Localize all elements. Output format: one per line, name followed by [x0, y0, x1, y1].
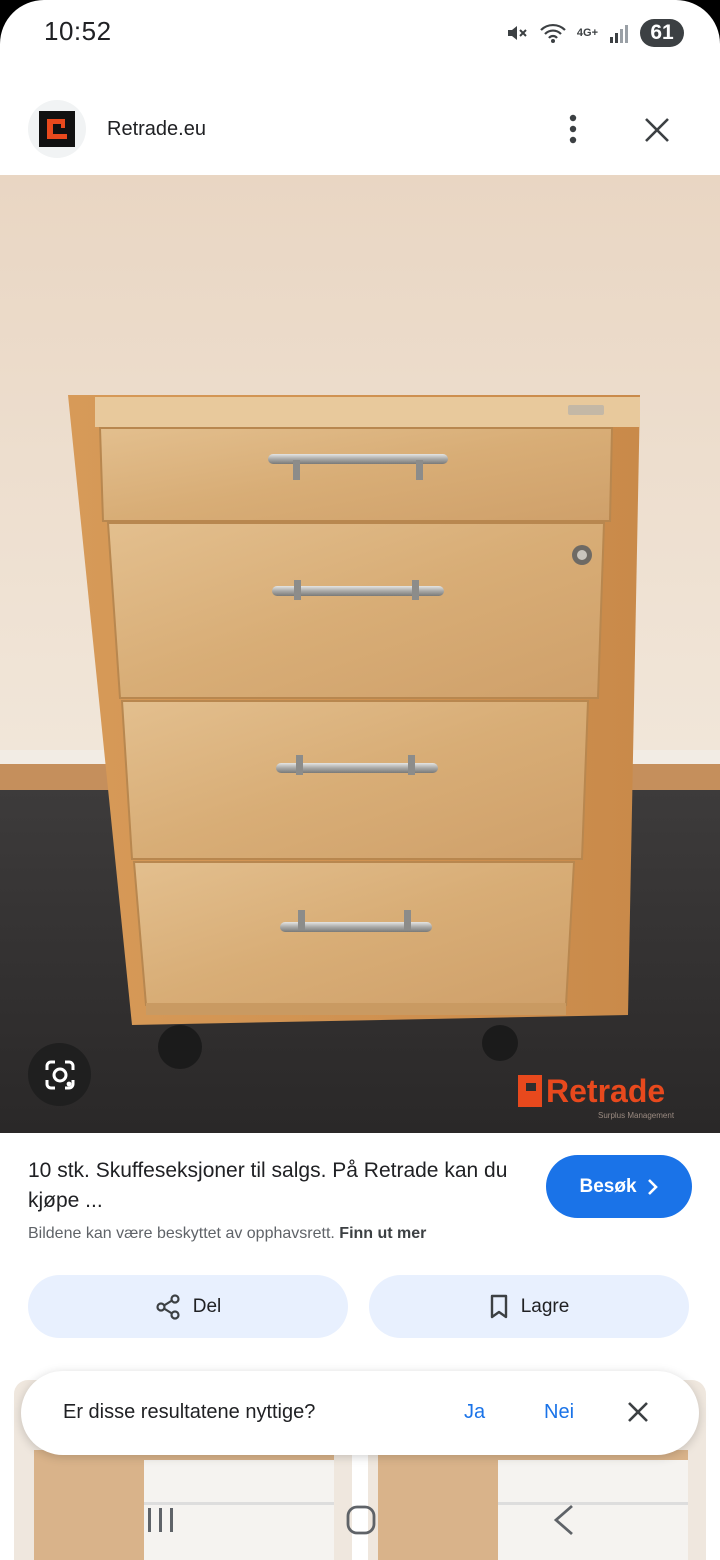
recents-icon[interactable] — [146, 1506, 176, 1534]
share-label: Del — [192, 1295, 222, 1317]
network-type-label: 4G+ — [576, 27, 598, 39]
visit-label: Besøk — [579, 1175, 637, 1197]
close-button[interactable] — [636, 109, 678, 151]
image-watermark-tagline: Surplus Management — [598, 1111, 675, 1120]
home-icon[interactable] — [346, 1505, 376, 1535]
status-bar: 10:52 4G+ 61 — [0, 0, 720, 66]
feedback-question: Er disse resultatene nyttige? — [63, 1401, 316, 1423]
battery-indicator: 61 — [640, 19, 684, 47]
feedback-close-icon[interactable] — [625, 1399, 651, 1425]
status-icons: 4G+ 61 — [505, 18, 684, 48]
learn-more-link[interactable]: Finn ut mer — [339, 1225, 426, 1242]
visit-button[interactable]: Besøk — [546, 1155, 692, 1218]
feedback-banner: Er disse resultatene nyttige? Ja Nei — [21, 1371, 699, 1455]
feedback-no-button[interactable]: Nei — [544, 1401, 574, 1424]
feedback-yes-button[interactable]: Ja — [464, 1401, 485, 1424]
more-vert-icon — [569, 114, 577, 144]
screen: 10:52 4G+ 61 Retrade.eu Retrade Surplus … — [0, 0, 720, 1560]
google-lens-button[interactable] — [28, 1043, 91, 1106]
copyright-notice: Bildene kan være beskyttet av opphavsret… — [28, 1225, 426, 1243]
lens-icon — [45, 1060, 74, 1089]
chevron-right-icon — [647, 1178, 658, 1195]
site-name[interactable]: Retrade.eu — [107, 118, 206, 141]
result-header: Retrade.eu — [0, 96, 720, 166]
image-watermark: Retrade — [546, 1073, 666, 1109]
close-icon — [645, 118, 669, 142]
copyright-text: Bildene kan være beskyttet av opphavsret… — [28, 1225, 335, 1242]
result-image[interactable]: Retrade Surplus Management — [0, 175, 720, 1133]
share-button[interactable]: Del — [28, 1275, 348, 1338]
more-options-button[interactable] — [553, 109, 593, 149]
site-logo[interactable] — [28, 100, 86, 158]
retrade-logo-icon — [39, 111, 75, 147]
save-button[interactable]: Lagre — [369, 1275, 689, 1338]
wifi-icon — [540, 23, 566, 43]
system-nav-bar — [0, 1480, 720, 1560]
share-icon — [156, 1293, 180, 1320]
drawer-cabinet-photo — [0, 175, 720, 1133]
signal-icon — [610, 25, 628, 43]
bookmark-icon — [490, 1294, 507, 1318]
mute-icon — [507, 26, 527, 40]
result-title[interactable]: 10 stk. Skuffeseksjoner til salgs. På Re… — [28, 1156, 528, 1216]
status-time: 10:52 — [44, 16, 112, 46]
back-icon[interactable] — [552, 1504, 576, 1536]
save-label: Lagre — [520, 1295, 570, 1317]
